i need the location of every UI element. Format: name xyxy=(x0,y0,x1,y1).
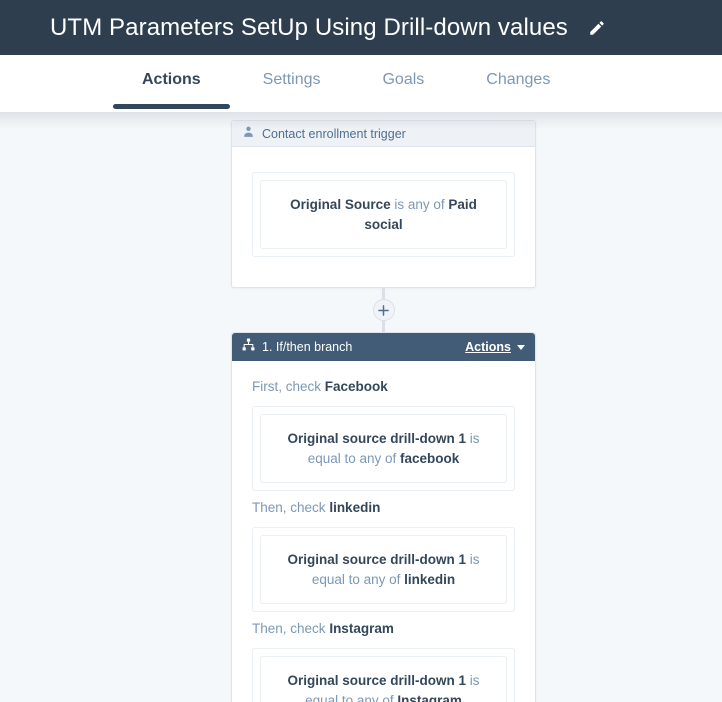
ifthen-branch-body: First, check Facebook Original source dr… xyxy=(232,361,535,702)
branch-filter-property-2: Original source drill-down 1 xyxy=(287,552,466,568)
branch-filter-condition-2[interactable]: Original source drill-down 1 is equal to… xyxy=(260,535,507,605)
branch-filter-condition-1[interactable]: Original source drill-down 1 is equal to… xyxy=(260,414,507,484)
branch-prefix-1: First, check xyxy=(252,379,322,395)
branch-name-2: linkedin xyxy=(329,500,381,516)
tab-changes[interactable]: Changes xyxy=(486,71,550,108)
trigger-filter-group[interactable]: Original Source is any of Paid social xyxy=(252,172,515,258)
tab-goals[interactable]: Goals xyxy=(382,71,424,108)
branch-prefix-2: Then, check xyxy=(252,500,326,516)
branch-actions-label: Actions xyxy=(465,340,511,355)
trigger-filter-condition[interactable]: Original Source is any of Paid social xyxy=(260,180,507,250)
enrollment-trigger-header: Contact enrollment trigger xyxy=(232,121,535,147)
branch-name-3: Instagram xyxy=(329,621,394,637)
branch-label-1: First, check Facebook xyxy=(252,378,515,397)
enrollment-trigger-label: Contact enrollment trigger xyxy=(262,126,406,141)
tab-actions[interactable]: Actions xyxy=(113,71,230,109)
branch-filter-property-3: Original source drill-down 1 xyxy=(287,673,466,689)
ifthen-branch-card[interactable]: 1. If/then branch Actions First, check F… xyxy=(231,332,536,702)
branch-label-2: Then, check linkedin xyxy=(252,499,515,518)
flow-connector xyxy=(231,288,536,333)
branch-filter-group-3[interactable]: Original source drill-down 1 is equal to… xyxy=(252,648,515,702)
branch-filter-value-1: facebook xyxy=(400,450,460,466)
branch-filter-group-2[interactable]: Original source drill-down 1 is equal to… xyxy=(252,527,515,613)
branch-filter-condition-3[interactable]: Original source drill-down 1 is equal to… xyxy=(260,656,507,702)
enrollment-trigger-body: Original Source is any of Paid social xyxy=(232,147,535,287)
page-title: UTM Parameters SetUp Using Drill-down va… xyxy=(50,13,568,41)
contact-person-icon xyxy=(242,125,255,143)
branch-hierarchy-icon xyxy=(242,338,255,356)
add-action-button[interactable] xyxy=(372,299,395,322)
branch-name-1: Facebook xyxy=(324,379,388,395)
branch-filter-property-1: Original source drill-down 1 xyxy=(287,431,466,447)
workflow-flow: Contact enrollment trigger Original Sour… xyxy=(231,120,536,702)
pencil-icon[interactable] xyxy=(588,19,606,37)
branch-label-3: Then, check Instagram xyxy=(252,620,515,639)
branch-actions-dropdown[interactable]: Actions xyxy=(465,340,525,354)
trigger-filter-property: Original Source xyxy=(290,197,391,212)
branch-filter-value-3: Instagram xyxy=(397,692,462,702)
chevron-down-icon xyxy=(517,344,525,350)
tab-bar: Actions Settings Goals Changes xyxy=(0,55,722,113)
branch-filter-value-2: linkedin xyxy=(404,571,456,587)
branch-prefix-3: Then, check xyxy=(252,621,326,637)
branch-filter-group-1[interactable]: Original source drill-down 1 is equal to… xyxy=(252,406,515,492)
tab-settings[interactable]: Settings xyxy=(263,71,321,108)
workflow-canvas[interactable]: Contact enrollment trigger Original Sour… xyxy=(0,113,722,702)
trigger-filter-operator: is any of xyxy=(394,197,445,212)
enrollment-trigger-card[interactable]: Contact enrollment trigger Original Sour… xyxy=(231,120,536,289)
ifthen-branch-header: 1. If/then branch Actions xyxy=(232,333,535,362)
app-header: UTM Parameters SetUp Using Drill-down va… xyxy=(0,0,722,55)
ifthen-branch-title: 1. If/then branch xyxy=(262,340,353,355)
